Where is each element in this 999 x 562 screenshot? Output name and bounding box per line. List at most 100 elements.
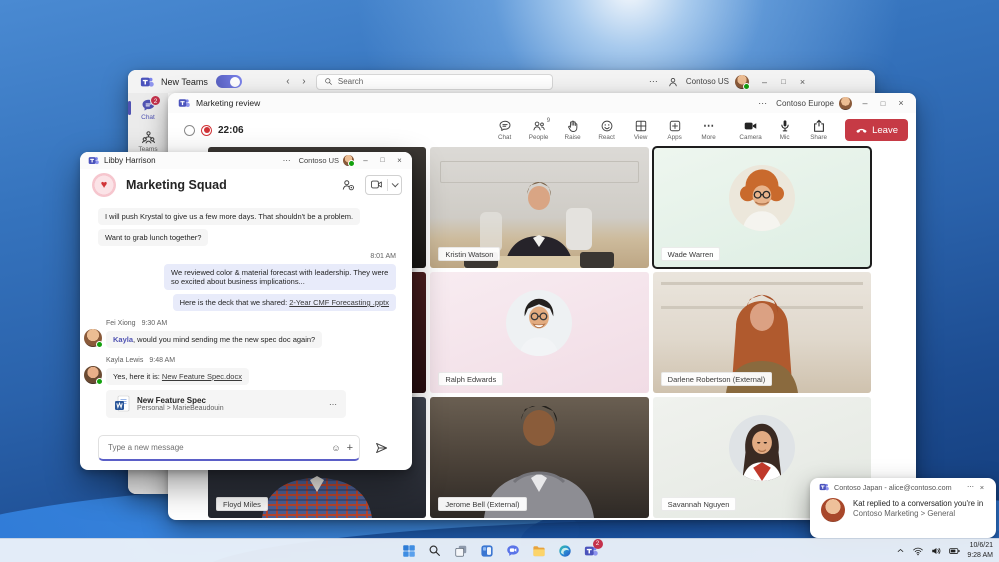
apps-button[interactable]: Apps xyxy=(661,119,688,141)
file-link[interactable]: New Feature Spec.docx xyxy=(162,372,242,381)
nav-forward-button[interactable]: › xyxy=(296,76,312,87)
wifi-icon[interactable] xyxy=(912,545,924,557)
search-button[interactable] xyxy=(425,541,445,561)
participant-name-label: Savannah Nguyen xyxy=(661,497,737,511)
battery-icon[interactable] xyxy=(948,545,961,557)
video-tile-darlene-robertson[interactable]: Darlene Robertson (External) xyxy=(653,272,871,393)
video-tile-kristin-watson[interactable]: Kristin Watson xyxy=(430,147,648,268)
teams-taskbar-button[interactable]: 2 xyxy=(581,541,601,561)
sender-avatar[interactable] xyxy=(84,366,102,384)
file-more-button[interactable]: ⋯ xyxy=(329,400,338,409)
chat-name: Marketing Squad xyxy=(126,178,227,192)
close-button[interactable]: × xyxy=(793,77,812,87)
chat-button[interactable]: Chat xyxy=(491,119,518,141)
teams-logo-icon xyxy=(178,97,190,109)
volume-icon[interactable] xyxy=(930,545,942,557)
maximize-button[interactable]: □ xyxy=(374,157,391,164)
send-button[interactable] xyxy=(374,441,389,455)
minimize-button[interactable]: – xyxy=(755,77,774,87)
person-avatar-illustration xyxy=(729,165,795,231)
teams-logo-icon xyxy=(819,482,829,492)
toast-close-button[interactable]: × xyxy=(975,483,989,492)
react-button[interactable]: React xyxy=(593,119,620,141)
maximize-button[interactable]: □ xyxy=(774,77,793,86)
compose-area: ☺ + xyxy=(98,435,398,461)
message-bubble-sent: Here is the deck that we shared: 2-Year … xyxy=(173,294,396,311)
toast-body[interactable]: Kat replied to a conversation you're in … xyxy=(810,496,996,522)
message-bubble: I will push Krystal to give us a few mor… xyxy=(98,208,360,225)
widgets-button[interactable] xyxy=(477,541,497,561)
toast-message: Kat replied to a conversation you're in xyxy=(853,498,983,509)
start-button[interactable] xyxy=(399,541,419,561)
close-button[interactable]: × xyxy=(892,98,910,108)
taskbar: 2 10/6/21 9:28 AM xyxy=(0,538,999,562)
search-input[interactable]: Search xyxy=(316,74,553,90)
leave-button[interactable]: Leave xyxy=(845,119,908,141)
notification-toast[interactable]: Contoso Japan - alice@contoso.com ⋯ × Ka… xyxy=(810,478,996,538)
toast-location: Contoso Marketing > General xyxy=(853,509,983,518)
invite-people-icon[interactable] xyxy=(667,76,679,88)
camera-button[interactable]: Camera xyxy=(737,119,764,141)
message-bubble: Yes, here it is: New Feature Spec.docx xyxy=(106,368,249,385)
toast-more-button[interactable]: ⋯ xyxy=(967,483,975,491)
close-button[interactable]: × xyxy=(391,156,408,165)
maximize-button[interactable]: □ xyxy=(874,99,892,108)
attach-plus-button[interactable]: + xyxy=(347,442,353,454)
file-attachment-card[interactable]: New Feature Spec Personal > MarieBeaudou… xyxy=(106,390,346,418)
video-tile-jerome-bell[interactable]: Jerome Bell (External) xyxy=(430,397,648,518)
video-tile-ralph-edwards[interactable]: Ralph Edwards xyxy=(430,272,648,393)
message-input-box[interactable]: ☺ + xyxy=(98,435,360,461)
minimize-button[interactable]: – xyxy=(856,98,874,108)
account-name[interactable]: Contoso US xyxy=(299,156,339,165)
minimize-button[interactable]: – xyxy=(357,156,374,165)
group-avatar-heart-icon: ♥ xyxy=(92,173,116,197)
chat-button[interactable] xyxy=(503,541,523,561)
file-link[interactable]: 2-Year CMF Forecasting .pptx xyxy=(289,298,389,307)
mic-button[interactable]: Mic xyxy=(771,119,798,141)
view-button[interactable]: View xyxy=(627,119,654,141)
teams-logo-icon xyxy=(140,75,154,89)
people-button[interactable]: 9 People xyxy=(525,119,552,141)
more-options-button[interactable]: ⋯ xyxy=(758,98,768,109)
mention[interactable]: Kayla xyxy=(113,335,133,344)
shelf-decor xyxy=(661,282,863,285)
chat-window: Libby Harrison ⋯ Contoso US – □ × ♥ Mark… xyxy=(80,152,412,470)
person-avatar-illustration xyxy=(729,415,795,481)
teams-logo-icon xyxy=(88,155,99,166)
message-input[interactable] xyxy=(108,443,325,452)
account-name[interactable]: Contoso Europe xyxy=(776,99,834,108)
nav-back-button[interactable]: ‹ xyxy=(280,76,296,87)
account-avatar[interactable] xyxy=(839,97,852,110)
new-teams-toggle[interactable] xyxy=(216,75,242,88)
more-button[interactable]: ⋯ More xyxy=(695,119,722,141)
message-bubble-sent: We reviewed color & material forecast wi… xyxy=(164,264,396,290)
sidebar-item-chat[interactable]: 2 Chat xyxy=(128,93,168,125)
people-settings-icon[interactable] xyxy=(341,178,355,192)
account-avatar[interactable] xyxy=(735,75,749,89)
sender-avatar[interactable] xyxy=(84,329,102,347)
account-name[interactable]: Contoso US xyxy=(686,77,729,86)
account-avatar[interactable] xyxy=(343,155,354,166)
meeting-status-icon xyxy=(184,125,195,136)
people-count-badge: 9 xyxy=(547,118,550,124)
file-explorer-button[interactable] xyxy=(529,541,549,561)
chevron-down-icon[interactable] xyxy=(392,180,399,187)
chat-bubble-icon xyxy=(506,544,520,558)
raise-hand-button[interactable]: Raise xyxy=(559,119,586,141)
video-call-button[interactable] xyxy=(365,175,402,195)
more-options-button[interactable]: ⋯ xyxy=(649,76,659,87)
search-placeholder: Search xyxy=(338,77,363,86)
task-view-button[interactable] xyxy=(451,541,471,561)
grid-view-icon xyxy=(634,119,648,133)
more-options-button[interactable]: ⋯ xyxy=(283,156,292,165)
button-divider xyxy=(387,179,388,191)
smiley-icon xyxy=(600,119,614,133)
tray-chevron-up-icon[interactable] xyxy=(895,545,906,556)
edge-button[interactable] xyxy=(555,541,575,561)
taskbar-clock[interactable]: 10/6/21 9:28 AM xyxy=(967,541,993,559)
video-tile-wade-warren[interactable]: Wade Warren xyxy=(653,147,871,268)
message-text: Here is the deck that we shared: xyxy=(180,298,290,307)
taskbar-time: 9:28 AM xyxy=(967,551,993,560)
share-button[interactable]: Share xyxy=(805,119,832,141)
emoji-button[interactable]: ☺ xyxy=(331,443,340,453)
